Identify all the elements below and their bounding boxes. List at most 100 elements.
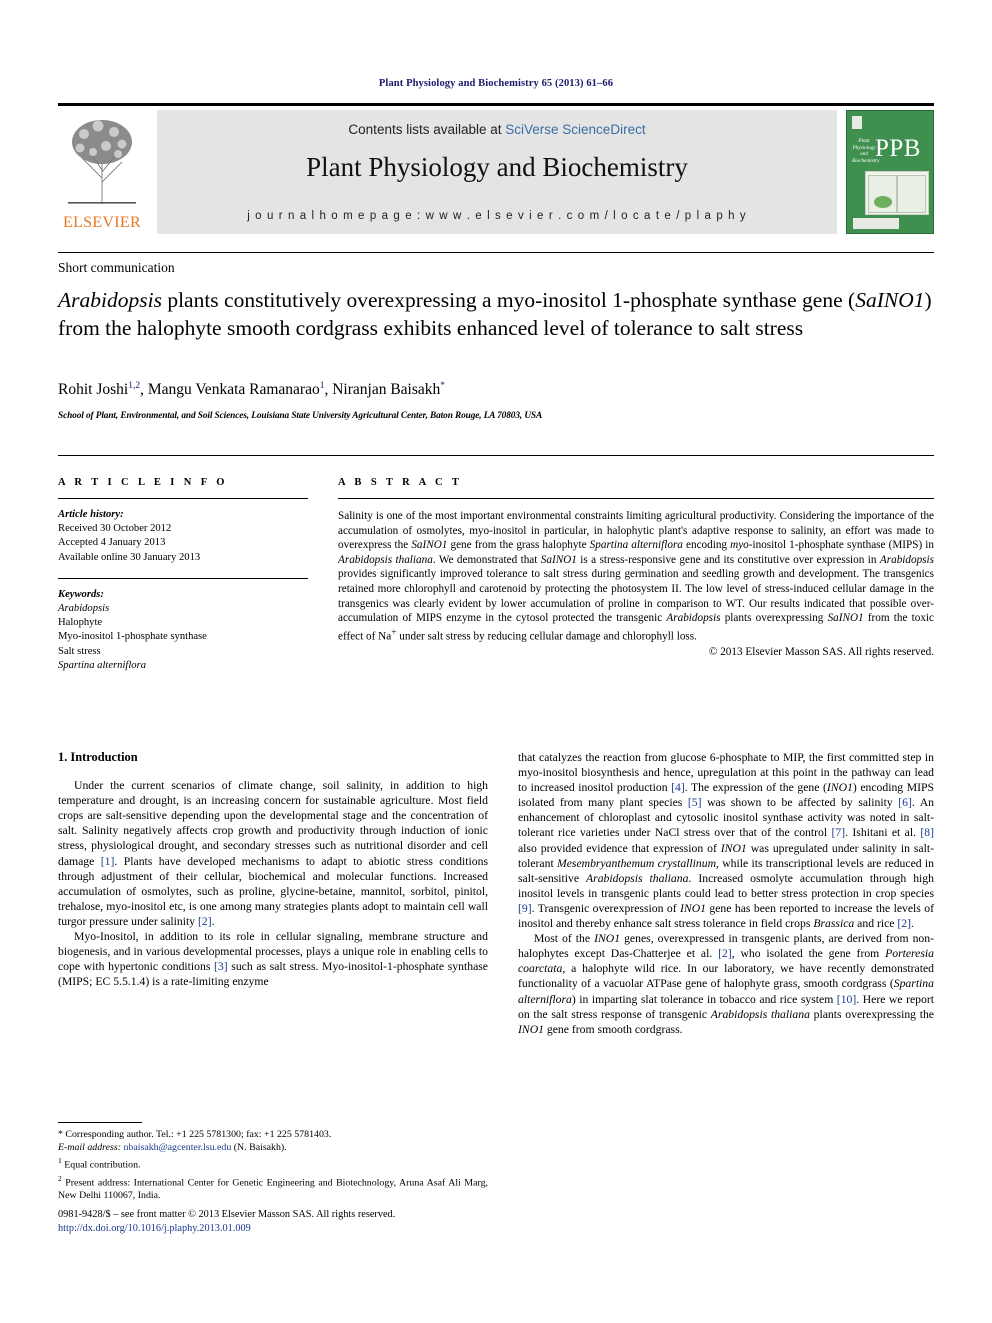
body-paragraph: Myo-Inositol, in addition to its role in…: [58, 929, 488, 989]
text-run: Arabidopsis thaliana: [338, 553, 433, 566]
intro-right-paragraphs: that catalyzes the reaction from glucose…: [518, 750, 934, 1037]
title-gene: SaINO1: [855, 288, 925, 312]
section-heading-introduction: 1. Introduction: [58, 750, 138, 764]
email-link[interactable]: nbaisakh@agcenter.lsu.edu: [123, 1142, 231, 1153]
cover-ppb-letters: PPB: [875, 135, 921, 162]
text-run: is a stress-responsive gene and its cons…: [576, 553, 880, 566]
citation-reference[interactable]: [5]: [688, 796, 702, 809]
history-item: Accepted 4 January 2013: [58, 537, 166, 549]
article-head-rule: [58, 252, 934, 253]
elsevier-logo: ELSEVIER: [58, 110, 146, 234]
text-run: encoding: [682, 539, 731, 552]
text-run: under salt stress by reducing cellular d…: [396, 630, 697, 643]
footnote-2-text: Present address: International Center fo…: [58, 1176, 488, 1201]
contents-available-line: Contents lists available at SciVerse Sci…: [157, 122, 837, 137]
running-head: Plant Physiology and Biochemistry 65 (20…: [378, 78, 614, 89]
footnote-corresponding-author: * Corresponding author. Tel.: +1 225 578…: [58, 1129, 332, 1140]
text-run: Brassica: [813, 917, 855, 931]
text-run: .: [211, 914, 215, 928]
keyword-item: Halophyte: [58, 617, 103, 629]
text-run: myo: [730, 539, 749, 552]
footnote-rule: [58, 1122, 142, 1123]
citation-reference[interactable]: [4]: [671, 781, 685, 794]
body-paragraph: Under the current scenarios of climate c…: [58, 778, 488, 929]
text-run: Spartina alterniflora: [589, 539, 683, 552]
citation-reference[interactable]: [2]: [198, 915, 212, 928]
text-run: INO1: [680, 901, 706, 915]
history-item: Available online 30 January 2013: [58, 551, 201, 563]
text-run: ) in imparting slat tolerance in tobacco…: [571, 992, 837, 1006]
email-label: E-mail address:: [58, 1142, 121, 1154]
text-run: INO1: [518, 1022, 544, 1036]
footnote-2: 2 Present address: International Center …: [58, 1172, 488, 1202]
text-run: SaINO1: [411, 539, 448, 552]
abstract-label: A B S T R A C T: [338, 477, 463, 488]
text-run: . Transgenic overexpression of: [531, 901, 680, 915]
author-3: Niranjan Baisakh: [332, 381, 441, 399]
author-1: Rohit Joshi: [58, 381, 129, 399]
title-species: Arabidopsis: [58, 288, 162, 312]
citation-reference[interactable]: [6]: [898, 796, 912, 809]
citation-reference[interactable]: [1]: [101, 855, 115, 868]
text-run: , a halophyte wild rice. In our laborato…: [518, 962, 934, 991]
text-run: Arabidopsis thaliana: [710, 1007, 810, 1021]
text-run: Mesembryanthemum crystallinum: [556, 856, 717, 870]
masthead-band: Contents lists available at SciVerse Sci…: [157, 110, 837, 234]
author-2: Mangu Venkata Ramanarao: [147, 381, 320, 399]
citation-reference[interactable]: [2]: [897, 917, 911, 930]
title-mid-1: plants constitutively overexpressing a m…: [161, 288, 856, 312]
text-run: was shown to be affected by salinity: [701, 796, 899, 810]
doi-link[interactable]: http://dx.doi.org/10.1016/j.plaphy.2013.…: [58, 1222, 488, 1236]
body-paragraph: that catalyzes the reaction from glucose…: [518, 750, 934, 931]
keywords-header: Keywords:: [58, 588, 104, 600]
cover-figure-left-panel: [868, 175, 897, 213]
author-1-affil-marker: 1,2: [128, 381, 141, 391]
text-run: Arabidopsis thaliana: [586, 871, 689, 885]
email-owner: (N. Baisakh).: [233, 1142, 287, 1154]
text-run: gene from the grass halophyte: [447, 539, 590, 552]
cover-figure: [865, 171, 929, 215]
text-run: SaINO1: [540, 553, 577, 566]
imprint-copyright: 0981-9428/$ – see front matter © 2013 El…: [58, 1209, 396, 1220]
article-info-rule: [58, 498, 308, 499]
text-run: INO1: [720, 841, 747, 855]
text-run: INO1: [594, 932, 621, 946]
text-run: and rice: [854, 917, 898, 931]
citation-reference[interactable]: [2]: [718, 947, 732, 960]
citation-reference[interactable]: [10]: [837, 993, 856, 1006]
page-title: Arabidopsis plants constitutively overex…: [58, 287, 934, 342]
text-run: SaINO1: [827, 612, 864, 625]
keyword-item: Spartina alterniflora: [58, 659, 146, 671]
keywords-block: Keywords: Arabidopsis Halophyte Myo-inos…: [58, 588, 308, 673]
keyword-item: Salt stress: [58, 645, 101, 657]
text-run: also provided evidence that expression o…: [518, 841, 721, 855]
text-run: Arabidopsis: [666, 612, 721, 625]
journal-cover-thumbnail: Plant Physiology and Biochemistry PPB: [846, 110, 934, 234]
elsevier-tree-icon: [68, 120, 136, 204]
citation-reference[interactable]: [9]: [518, 902, 532, 915]
text-run: Most of the: [534, 932, 595, 946]
affiliation: School of Plant, Environmental, and Soil…: [58, 411, 543, 421]
article-info-column: A R T I C L E I N F O Article history: R…: [58, 477, 308, 673]
citation-reference[interactable]: [7]: [831, 826, 845, 839]
citation-reference[interactable]: [8]: [920, 826, 934, 839]
article-info-label: A R T I C L E I N F O: [58, 477, 228, 488]
article-history-header: Article history:: [58, 509, 124, 520]
body-column-left: 1. Introduction Under the current scenar…: [58, 750, 488, 989]
history-item: Received 30 October 2012: [58, 523, 172, 535]
text-run: -inositol 1-phosphate synthase (MIPS) in: [748, 539, 934, 552]
article-type: Short communication: [58, 260, 175, 275]
keywords-divider: [58, 577, 308, 579]
sciencedirect-link[interactable]: SciVerse ScienceDirect: [505, 122, 645, 137]
abstract-column: A B S T R A C T Salinity is one of the m…: [338, 477, 934, 658]
journal-article-page: Plant Physiology and Biochemistry 65 (20…: [0, 0, 992, 1323]
text-run: .: [911, 917, 914, 931]
citation-reference[interactable]: [3]: [214, 960, 228, 973]
text-run: plants overexpressing: [720, 612, 828, 625]
journal-homepage[interactable]: j o u r n a l h o m e p a g e : w w w . …: [157, 210, 837, 222]
article-history: Article history: Received 30 October 201…: [58, 508, 308, 565]
text-run: gene from smooth cordgrass.: [543, 1022, 683, 1036]
abstract-head-rule: [58, 455, 934, 456]
cover-elsevier-mark: [852, 116, 862, 129]
cover-subtitle: Plant Physiology and Biochemistry: [852, 138, 880, 164]
